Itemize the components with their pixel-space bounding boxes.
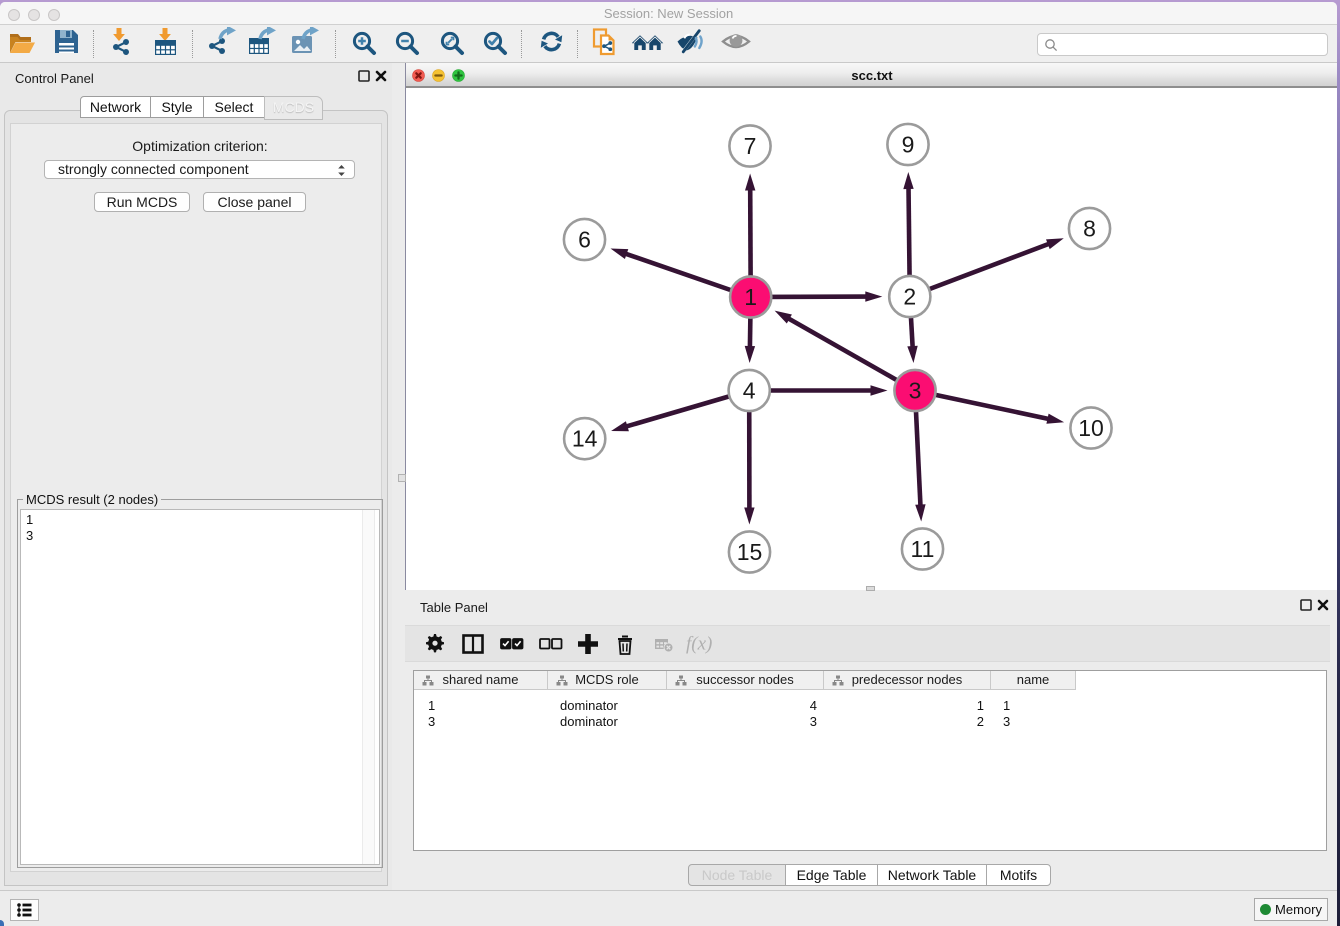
svg-text:10: 10 <box>1078 415 1104 441</box>
svg-text:f(x): f(x) <box>686 634 712 655</box>
svg-text:14: 14 <box>572 426 598 452</box>
svg-text:2: 2 <box>903 284 916 310</box>
svg-text:6: 6 <box>578 227 591 253</box>
svg-text:15: 15 <box>737 539 763 565</box>
svg-text:9: 9 <box>902 132 915 158</box>
svg-text:7: 7 <box>744 133 757 159</box>
svg-text:3: 3 <box>909 378 922 404</box>
svg-text:8: 8 <box>1083 216 1096 242</box>
svg-text:4: 4 <box>743 378 756 404</box>
svg-text:11: 11 <box>911 536 935 562</box>
svg-text:1: 1 <box>744 284 757 310</box>
